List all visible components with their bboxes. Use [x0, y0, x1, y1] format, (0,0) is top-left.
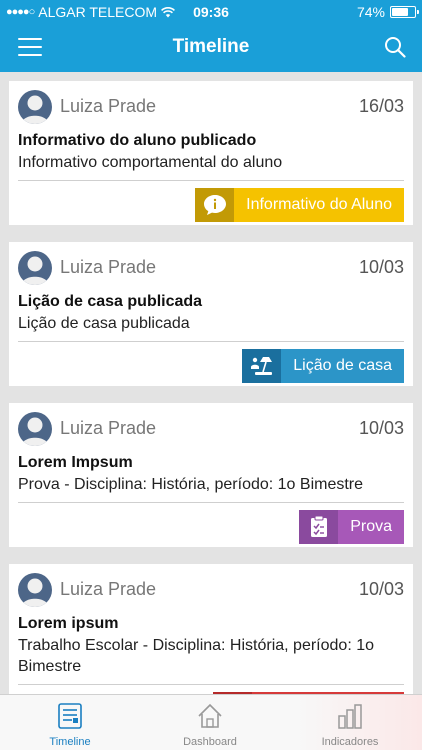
tag-licao-de-casa[interactable]: Lição de casa: [242, 349, 404, 383]
tag-label: Prova: [338, 510, 404, 544]
tab-dashboard[interactable]: Dashboard: [140, 695, 280, 750]
author-name: Luiza Prade: [60, 257, 157, 277]
avatar: [18, 573, 52, 607]
author-name: Luiza Prade: [60, 96, 157, 116]
navigation-bar: Timeline: [0, 24, 422, 72]
avatar: [18, 90, 52, 124]
divider: [18, 684, 404, 685]
tab-label: Indicadores: [321, 736, 379, 748]
post-title: Lorem Impsum: [18, 454, 133, 471]
post-description: Trabalho Escolar - Disciplina: História,…: [18, 637, 375, 675]
post-date: 10/03: [358, 257, 404, 277]
divider: [18, 341, 404, 342]
avatar: [18, 412, 52, 446]
battery-percentage: 74%: [356, 4, 385, 20]
avatar: [18, 251, 52, 285]
timeline-card[interactable]: Luiza Prade 16/03 Informativo do aluno p…: [9, 81, 413, 225]
post-title: Lorem ipsum: [18, 615, 119, 632]
tag-label: Informativo do Aluno: [234, 188, 404, 222]
post-date: 10/03: [358, 418, 404, 438]
study-lamp-icon: [242, 349, 282, 383]
timeline-card[interactable]: Luiza Prade 10/03 Lorem Impsum Prova - D…: [9, 403, 413, 547]
post-title: Informativo do aluno publicado: [18, 132, 257, 149]
divider: [18, 502, 404, 503]
exam-clipboard-icon: [299, 510, 339, 544]
tag-prova[interactable]: Prova: [299, 510, 404, 544]
author-name: Luiza Prade: [60, 579, 157, 599]
post-description: Informativo comportamental do aluno: [18, 154, 283, 171]
timeline-feed[interactable]: Luiza Prade 16/03 Informativo do aluno p…: [0, 72, 422, 694]
tab-label: Dashboard: [183, 736, 237, 748]
timeline-icon: [58, 703, 82, 729]
post-date: 16/03: [358, 96, 404, 116]
tab-bar: Timeline Dashboard Indicadores: [0, 694, 422, 750]
tab-indicadores[interactable]: Indicadores: [280, 695, 420, 750]
page-title: Timeline: [172, 36, 250, 57]
tag-label: Lição de casa: [281, 349, 404, 383]
tab-label: Timeline: [49, 736, 91, 748]
bar-chart-icon: [338, 704, 362, 729]
post-title: Lição de casa publicada: [18, 293, 203, 310]
timeline-card[interactable]: Luiza Prade 10/03 Lição de casa publicad…: [9, 242, 413, 386]
post-date: 10/03: [358, 579, 404, 599]
timeline-card[interactable]: Luiza Prade 10/03 Lorem ipsum Trabalho E…: [9, 564, 413, 694]
info-speech-icon: [195, 188, 235, 222]
post-description: Lição de casa publicada: [18, 315, 190, 332]
search-icon[interactable]: [384, 36, 406, 58]
post-description: Prova - Disciplina: História, período: 1…: [18, 476, 364, 493]
home-icon: [198, 703, 222, 728]
divider: [18, 180, 404, 181]
tag-informativo-do-aluno[interactable]: Informativo do Aluno: [195, 188, 404, 222]
battery-icon: [390, 6, 419, 18]
tab-timeline[interactable]: Timeline: [0, 695, 140, 750]
status-bar: ●●●●○ ALGAR TELECOM 09:36 74%: [0, 0, 422, 24]
author-name: Luiza Prade: [60, 418, 157, 438]
